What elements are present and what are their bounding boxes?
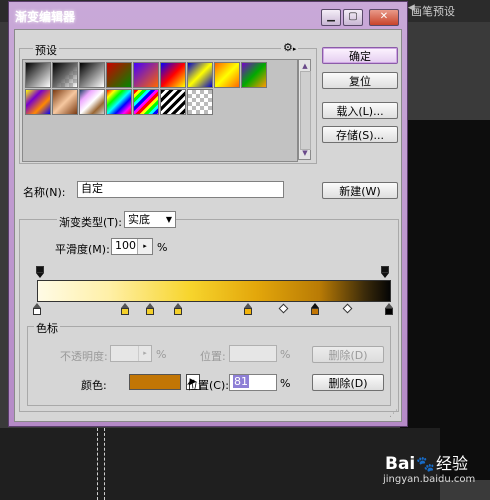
color-stop-box xyxy=(311,308,320,315)
name-label: 名称(N): xyxy=(23,186,66,199)
color-stop[interactable] xyxy=(244,303,253,315)
title-bar[interactable]: 渐变编辑器 ▁ ▢ ✕ xyxy=(9,2,407,28)
opacity-location-label: 位置: xyxy=(200,350,226,363)
preset-swatch-transparent-stripes[interactable] xyxy=(160,89,186,115)
color-stops-group xyxy=(27,326,391,406)
preset-swatch-blue-red-yellow[interactable] xyxy=(160,62,186,88)
watermark-url: jingyan.baidu.com xyxy=(383,474,476,485)
color-location-value: 81 xyxy=(233,375,249,388)
color-stop[interactable] xyxy=(145,303,155,315)
preset-swatch-neutral-density[interactable] xyxy=(187,89,213,115)
color-stop-box xyxy=(121,308,129,315)
resize-grip-icon[interactable]: ⋰ xyxy=(389,409,399,419)
preset-swatch-chrome[interactable] xyxy=(79,89,105,115)
delete-opacity-stop-button: 删除(D) xyxy=(312,346,384,363)
smoothness-unit: % xyxy=(157,241,168,254)
dialog-body: 预设 ⚙▸ ▲ ▼ 确定 复位 载入(L)... 存储(S)... 名称(N):… xyxy=(14,29,402,422)
scroll-up-icon[interactable]: ▲ xyxy=(300,61,310,71)
preset-swatch-black-transparent[interactable] xyxy=(52,62,78,88)
color-stop-box xyxy=(385,308,393,315)
opacity-location-input xyxy=(229,345,277,362)
color-stop-box xyxy=(145,308,154,315)
preset-swatch-spectrum[interactable] xyxy=(106,89,132,115)
ok-button[interactable]: 确定 xyxy=(322,47,398,64)
gradient-editor-dialog: 渐变编辑器 ▁ ▢ ✕ 预设 ⚙▸ ▲ ▼ 确定 复位 载入(L)... 存储(… xyxy=(8,1,408,427)
color-stop[interactable] xyxy=(121,303,130,315)
window-title: 渐变编辑器 xyxy=(15,10,76,24)
gradient-preview-bar[interactable] xyxy=(37,280,391,302)
scrollbar-thumb[interactable] xyxy=(300,71,311,150)
smoothness-value: 100 xyxy=(115,239,136,252)
preset-swatch-black-white-2[interactable] xyxy=(79,62,105,88)
minimize-button[interactable]: ▁ xyxy=(321,9,341,26)
selection-marquee xyxy=(97,428,105,500)
opacity-unit: % xyxy=(156,348,167,361)
baidu-watermark: Bai🐾经验 jingyan.baidu.com xyxy=(383,450,475,485)
watermark-logo-text: Bai xyxy=(385,454,416,474)
color-stops-label: 色标 xyxy=(34,320,60,336)
opacity-stop[interactable] xyxy=(381,266,390,278)
dropdown-arrow-icon: ▼ xyxy=(165,215,172,224)
color-location-unit: % xyxy=(280,377,291,390)
gradient-type-select[interactable]: 实底 ▼ xyxy=(124,211,176,228)
delete-color-stop-button[interactable]: 删除(D) xyxy=(312,374,384,391)
save-button[interactable]: 存储(S)... xyxy=(322,126,398,143)
preset-swatch-violet-orange[interactable] xyxy=(133,62,159,88)
brush-presets-label[interactable]: 画笔预设 xyxy=(411,3,455,19)
scroll-down-icon[interactable]: ▼ xyxy=(300,148,310,158)
color-stop-box xyxy=(33,308,41,315)
color-stop[interactable] xyxy=(173,303,183,315)
opacity-stop-pointer xyxy=(381,273,389,278)
gear-icon[interactable]: ⚙▸ xyxy=(281,41,299,54)
preset-swatch-transparent-rainbow[interactable] xyxy=(133,89,159,115)
brush-presets-tab[interactable]: ◀◀ 画笔预设 xyxy=(395,2,490,20)
preset-swatch-red-green[interactable] xyxy=(106,62,132,88)
color-stop[interactable] xyxy=(33,303,42,315)
smoothness-input[interactable]: 100 ▸ xyxy=(111,238,153,255)
opacity-slider-arrow-icon: ▸ xyxy=(138,346,151,361)
maximize-button[interactable]: ▢ xyxy=(343,9,363,26)
gradient-type-label: 渐变类型(T): xyxy=(57,214,125,230)
color-stop-box xyxy=(173,308,182,315)
stop-color-swatch[interactable] xyxy=(129,374,181,390)
presets-scrollbar[interactable]: ▲ ▼ xyxy=(298,59,311,160)
color-stop[interactable] xyxy=(385,303,394,315)
color-location-label: 位置(C): xyxy=(187,379,229,392)
smoothness-slider-arrow-icon[interactable]: ▸ xyxy=(137,239,152,254)
new-button[interactable]: 新建(W) xyxy=(322,182,398,199)
paw-icon: 🐾 xyxy=(416,455,435,473)
preset-swatch-violet-green-orange[interactable] xyxy=(241,62,267,88)
preset-swatch-grid xyxy=(22,59,298,162)
opacity-label: 不透明度: xyxy=(60,350,108,363)
color-location-input[interactable]: 81 xyxy=(229,374,277,391)
color-label: 颜色: xyxy=(81,379,107,392)
preset-swatch-orange-yellow-orange[interactable] xyxy=(214,62,240,88)
opacity-stop-pointer xyxy=(36,273,44,278)
presets-label: 预设 xyxy=(33,42,59,58)
opacity-stop-box xyxy=(36,266,44,273)
opacity-stop[interactable] xyxy=(36,266,45,278)
preset-swatch-black-white[interactable] xyxy=(25,62,51,88)
gradient-type-value: 实底 xyxy=(128,213,150,226)
watermark-logo-text-right: 经验 xyxy=(435,454,468,473)
opacity-location-unit: % xyxy=(280,348,291,361)
preset-swatch-copper[interactable] xyxy=(52,89,78,115)
reset-button[interactable]: 复位 xyxy=(322,72,398,89)
dark-canvas-area xyxy=(400,120,490,480)
color-stop-box xyxy=(244,308,253,315)
opacity-stop-box xyxy=(381,266,389,273)
preset-swatch-yellow-violet-orange-blue[interactable] xyxy=(25,89,51,115)
load-button[interactable]: 载入(L)... xyxy=(322,102,398,119)
color-stop[interactable] xyxy=(311,303,320,315)
preset-swatch-blue-yellow-blue[interactable] xyxy=(187,62,213,88)
bottom-canvas-area xyxy=(0,428,440,500)
smoothness-label: 平滑度(M): xyxy=(55,243,110,256)
name-input[interactable]: 自定 xyxy=(77,181,284,198)
opacity-input: ▸ xyxy=(110,345,152,362)
close-button[interactable]: ✕ xyxy=(369,9,399,26)
